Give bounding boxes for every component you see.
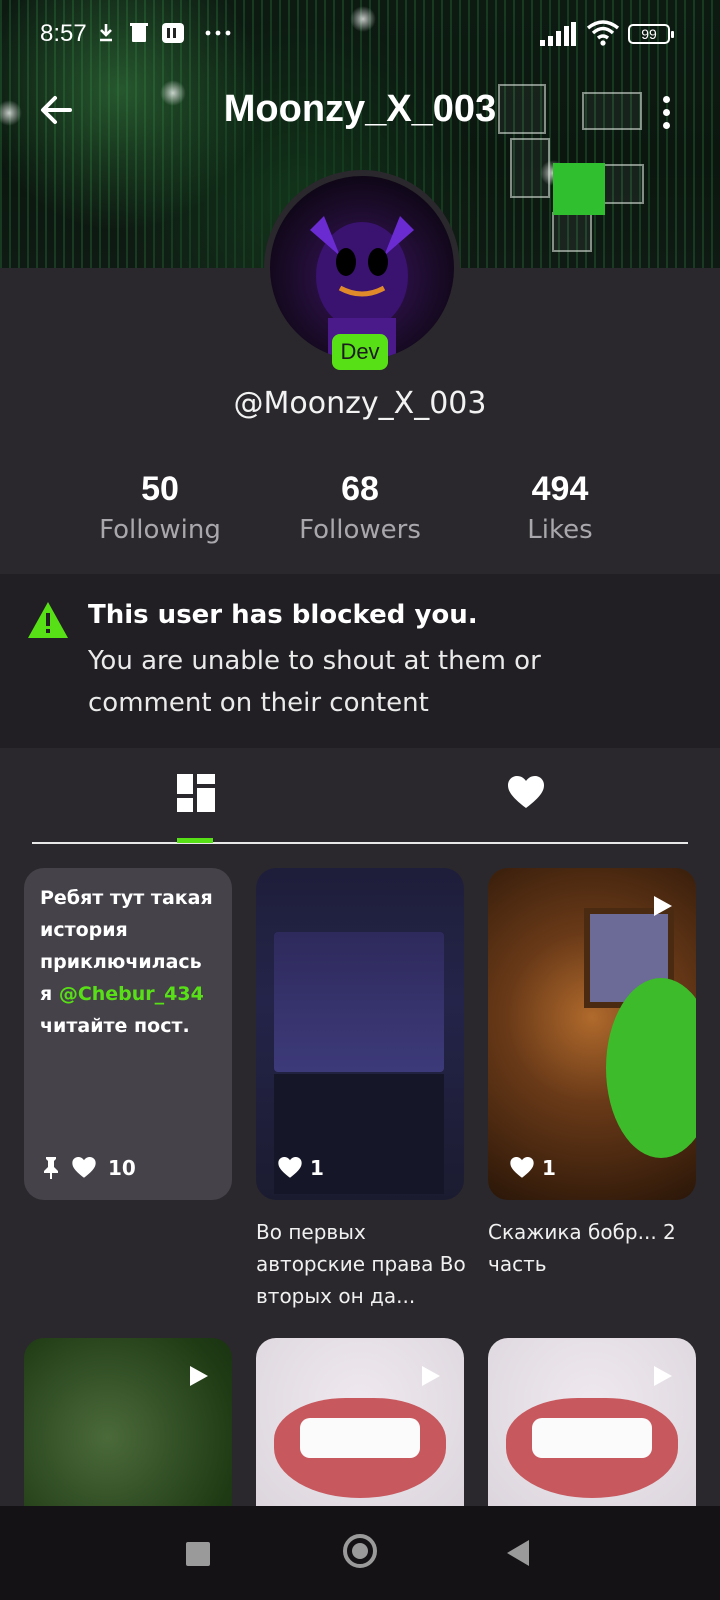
status-notification-icons: [100, 23, 231, 43]
stat-followers[interactable]: 68 Followers: [260, 470, 460, 545]
like-count: 1: [542, 1156, 556, 1180]
post-thumbnail-image: [532, 1418, 652, 1458]
status-bar: 8:57 99: [0, 0, 720, 70]
dashboard-icon: [177, 774, 215, 812]
banner-map-room: [552, 212, 592, 252]
like-count: 10: [108, 1156, 136, 1180]
more-vert-icon: [662, 96, 670, 103]
like-count: 1: [310, 1156, 324, 1180]
username-handle: @Moonzy_X_003: [233, 386, 487, 421]
recents-button[interactable]: [186, 1542, 210, 1566]
heart-icon: [278, 1157, 302, 1178]
warning-icon: [28, 602, 68, 638]
post-footer: 10: [42, 1156, 136, 1180]
more-vert-icon-dot: [662, 109, 670, 116]
heart-icon: [510, 1157, 534, 1178]
stat-value: 50: [141, 470, 179, 508]
banner-map-highlight: [553, 163, 605, 215]
more-options-button[interactable]: [656, 92, 676, 132]
play-icon: [654, 1366, 672, 1386]
stat-value: 68: [341, 470, 379, 508]
post-caption: Во первых авторские права Во вторых он д…: [256, 1220, 466, 1308]
blocked-message: You are unable to shout at them or comme…: [88, 646, 541, 718]
tab-posts[interactable]: [177, 774, 215, 812]
stat-label: Followers: [299, 515, 421, 545]
home-button[interactable]: [343, 1534, 377, 1568]
user-mention-link[interactable]: @Chebur_434: [59, 983, 204, 1005]
avatar-character-image: [310, 216, 414, 360]
dev-badge: Dev: [332, 334, 388, 370]
stat-likes[interactable]: 494 Likes: [460, 470, 660, 545]
heart-icon: [72, 1157, 96, 1178]
post-likes: 1: [278, 1156, 324, 1180]
play-icon: [190, 1366, 208, 1386]
battery-icon: 99: [628, 24, 674, 44]
post-thumbnail-image: [300, 1418, 420, 1458]
post-thumbnail-image: [274, 932, 444, 1072]
system-back-button[interactable]: [507, 1540, 529, 1566]
tab-likes[interactable]: [508, 776, 544, 810]
more-vert-icon-dot: [662, 122, 670, 129]
system-navigation-bar: [0, 1506, 720, 1600]
post-card-text[interactable]: Ребят тут такая история приключилась я @…: [24, 868, 232, 1200]
status-time: 8:57: [40, 20, 87, 47]
notification-icons: [96, 20, 246, 52]
content-tabs: [32, 760, 688, 844]
post-text: Ребят тут такая история приключилась я @…: [40, 882, 220, 1042]
heart-icon: [508, 776, 544, 808]
blocked-notice: This user has blocked you. You are unabl…: [0, 574, 720, 748]
post-likes: 1: [510, 1156, 556, 1180]
post-text-part: читайте пост.: [40, 1015, 190, 1037]
stat-value: 494: [531, 470, 589, 508]
active-tab-indicator: [177, 838, 213, 843]
banner-map-room: [600, 164, 644, 204]
stat-following[interactable]: 50 Following: [60, 470, 260, 545]
post-card-image[interactable]: 1: [256, 868, 464, 1200]
play-icon: [422, 1366, 440, 1386]
pin-icon: [44, 1157, 58, 1179]
blocked-title: This user has blocked you.: [88, 600, 478, 630]
post-caption: Скажика бобр... 2 часть: [488, 1220, 676, 1276]
wifi-icon: [586, 20, 620, 46]
banner-map-room: [510, 138, 550, 198]
play-icon: [654, 896, 672, 916]
signal-icon: [540, 22, 576, 46]
stat-label: Likes: [527, 515, 593, 545]
stat-label: Following: [99, 515, 221, 545]
page-title: Moonzy_X_003: [223, 88, 497, 130]
post-card-video[interactable]: 1: [488, 868, 696, 1200]
profile-stats: 50 Following 68 Followers 494 Likes: [0, 470, 720, 560]
